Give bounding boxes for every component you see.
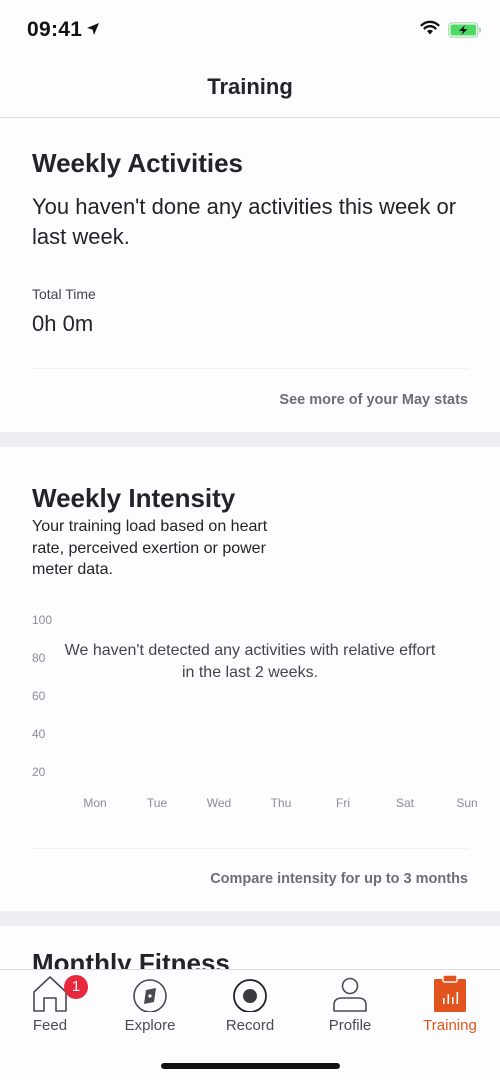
total-time-label: Total Time bbox=[32, 286, 96, 302]
x-tick-label: Tue bbox=[146, 796, 168, 810]
y-tick-label: 40 bbox=[32, 727, 46, 741]
divider bbox=[32, 368, 468, 369]
feed-notification-badge: 1 bbox=[64, 975, 88, 999]
tab-label: Profile bbox=[328, 1017, 372, 1034]
section-separator bbox=[0, 432, 500, 447]
y-tick-label: 80 bbox=[32, 651, 46, 665]
tab-label: Feed bbox=[32, 1017, 68, 1034]
status-time: 09:41 bbox=[27, 18, 83, 41]
nav-bar: Training bbox=[0, 60, 500, 118]
home-icon bbox=[33, 976, 67, 1012]
battery-charging-icon bbox=[448, 22, 481, 38]
section-separator bbox=[0, 911, 500, 926]
may-stats-link[interactable]: See more of your May stats bbox=[279, 392, 468, 408]
divider bbox=[32, 848, 468, 849]
tab-label: Explore bbox=[124, 1017, 176, 1034]
record-icon bbox=[233, 979, 267, 1012]
tab-training[interactable]: Training bbox=[400, 970, 500, 1045]
weekly-activities-card: Weekly Activities You haven't done any a… bbox=[0, 119, 500, 432]
page-title: Training bbox=[207, 74, 293, 99]
person-icon bbox=[333, 977, 367, 1012]
tab-record[interactable]: Record bbox=[200, 970, 300, 1045]
x-tick-label: Sun bbox=[456, 796, 478, 810]
status-bar: 09:41 bbox=[0, 0, 500, 60]
compass-icon bbox=[133, 979, 167, 1012]
tab-label: Training bbox=[423, 1017, 477, 1034]
tab-explore[interactable]: Explore bbox=[100, 970, 200, 1045]
y-tick-label: 20 bbox=[32, 765, 46, 779]
wifi-icon bbox=[420, 20, 440, 35]
tab-label: Record bbox=[225, 1017, 275, 1034]
chart-empty-message: We haven't detected any activities with … bbox=[64, 642, 436, 681]
x-tick-label: Mon bbox=[83, 796, 107, 810]
compare-intensity-link[interactable]: Compare intensity for up to 3 months bbox=[210, 871, 468, 887]
training-clipboard-icon bbox=[434, 974, 466, 1012]
y-tick-label: 60 bbox=[32, 689, 46, 703]
weekly-activities-title: Weekly Activities bbox=[32, 148, 243, 178]
home-indicator[interactable] bbox=[161, 1063, 340, 1069]
x-tick-label: Thu bbox=[270, 796, 292, 810]
weekly-intensity-description: Your training load based on heart rate, … bbox=[32, 518, 268, 578]
tab-feed[interactable]: 1 Feed bbox=[0, 970, 100, 1045]
x-tick-label: Wed bbox=[206, 796, 232, 810]
x-tick-label: Sat bbox=[395, 796, 415, 810]
tab-profile[interactable]: Profile bbox=[300, 970, 400, 1045]
x-tick-label: Fri bbox=[336, 796, 350, 810]
total-time-value: 0h 0m bbox=[32, 311, 94, 336]
location-arrow-icon bbox=[87, 23, 99, 35]
y-tick-label: 100 bbox=[32, 613, 53, 627]
weekly-intensity-title: Weekly Intensity bbox=[32, 483, 236, 513]
weekly-activities-message: You haven't done any activities this wee… bbox=[32, 194, 457, 249]
